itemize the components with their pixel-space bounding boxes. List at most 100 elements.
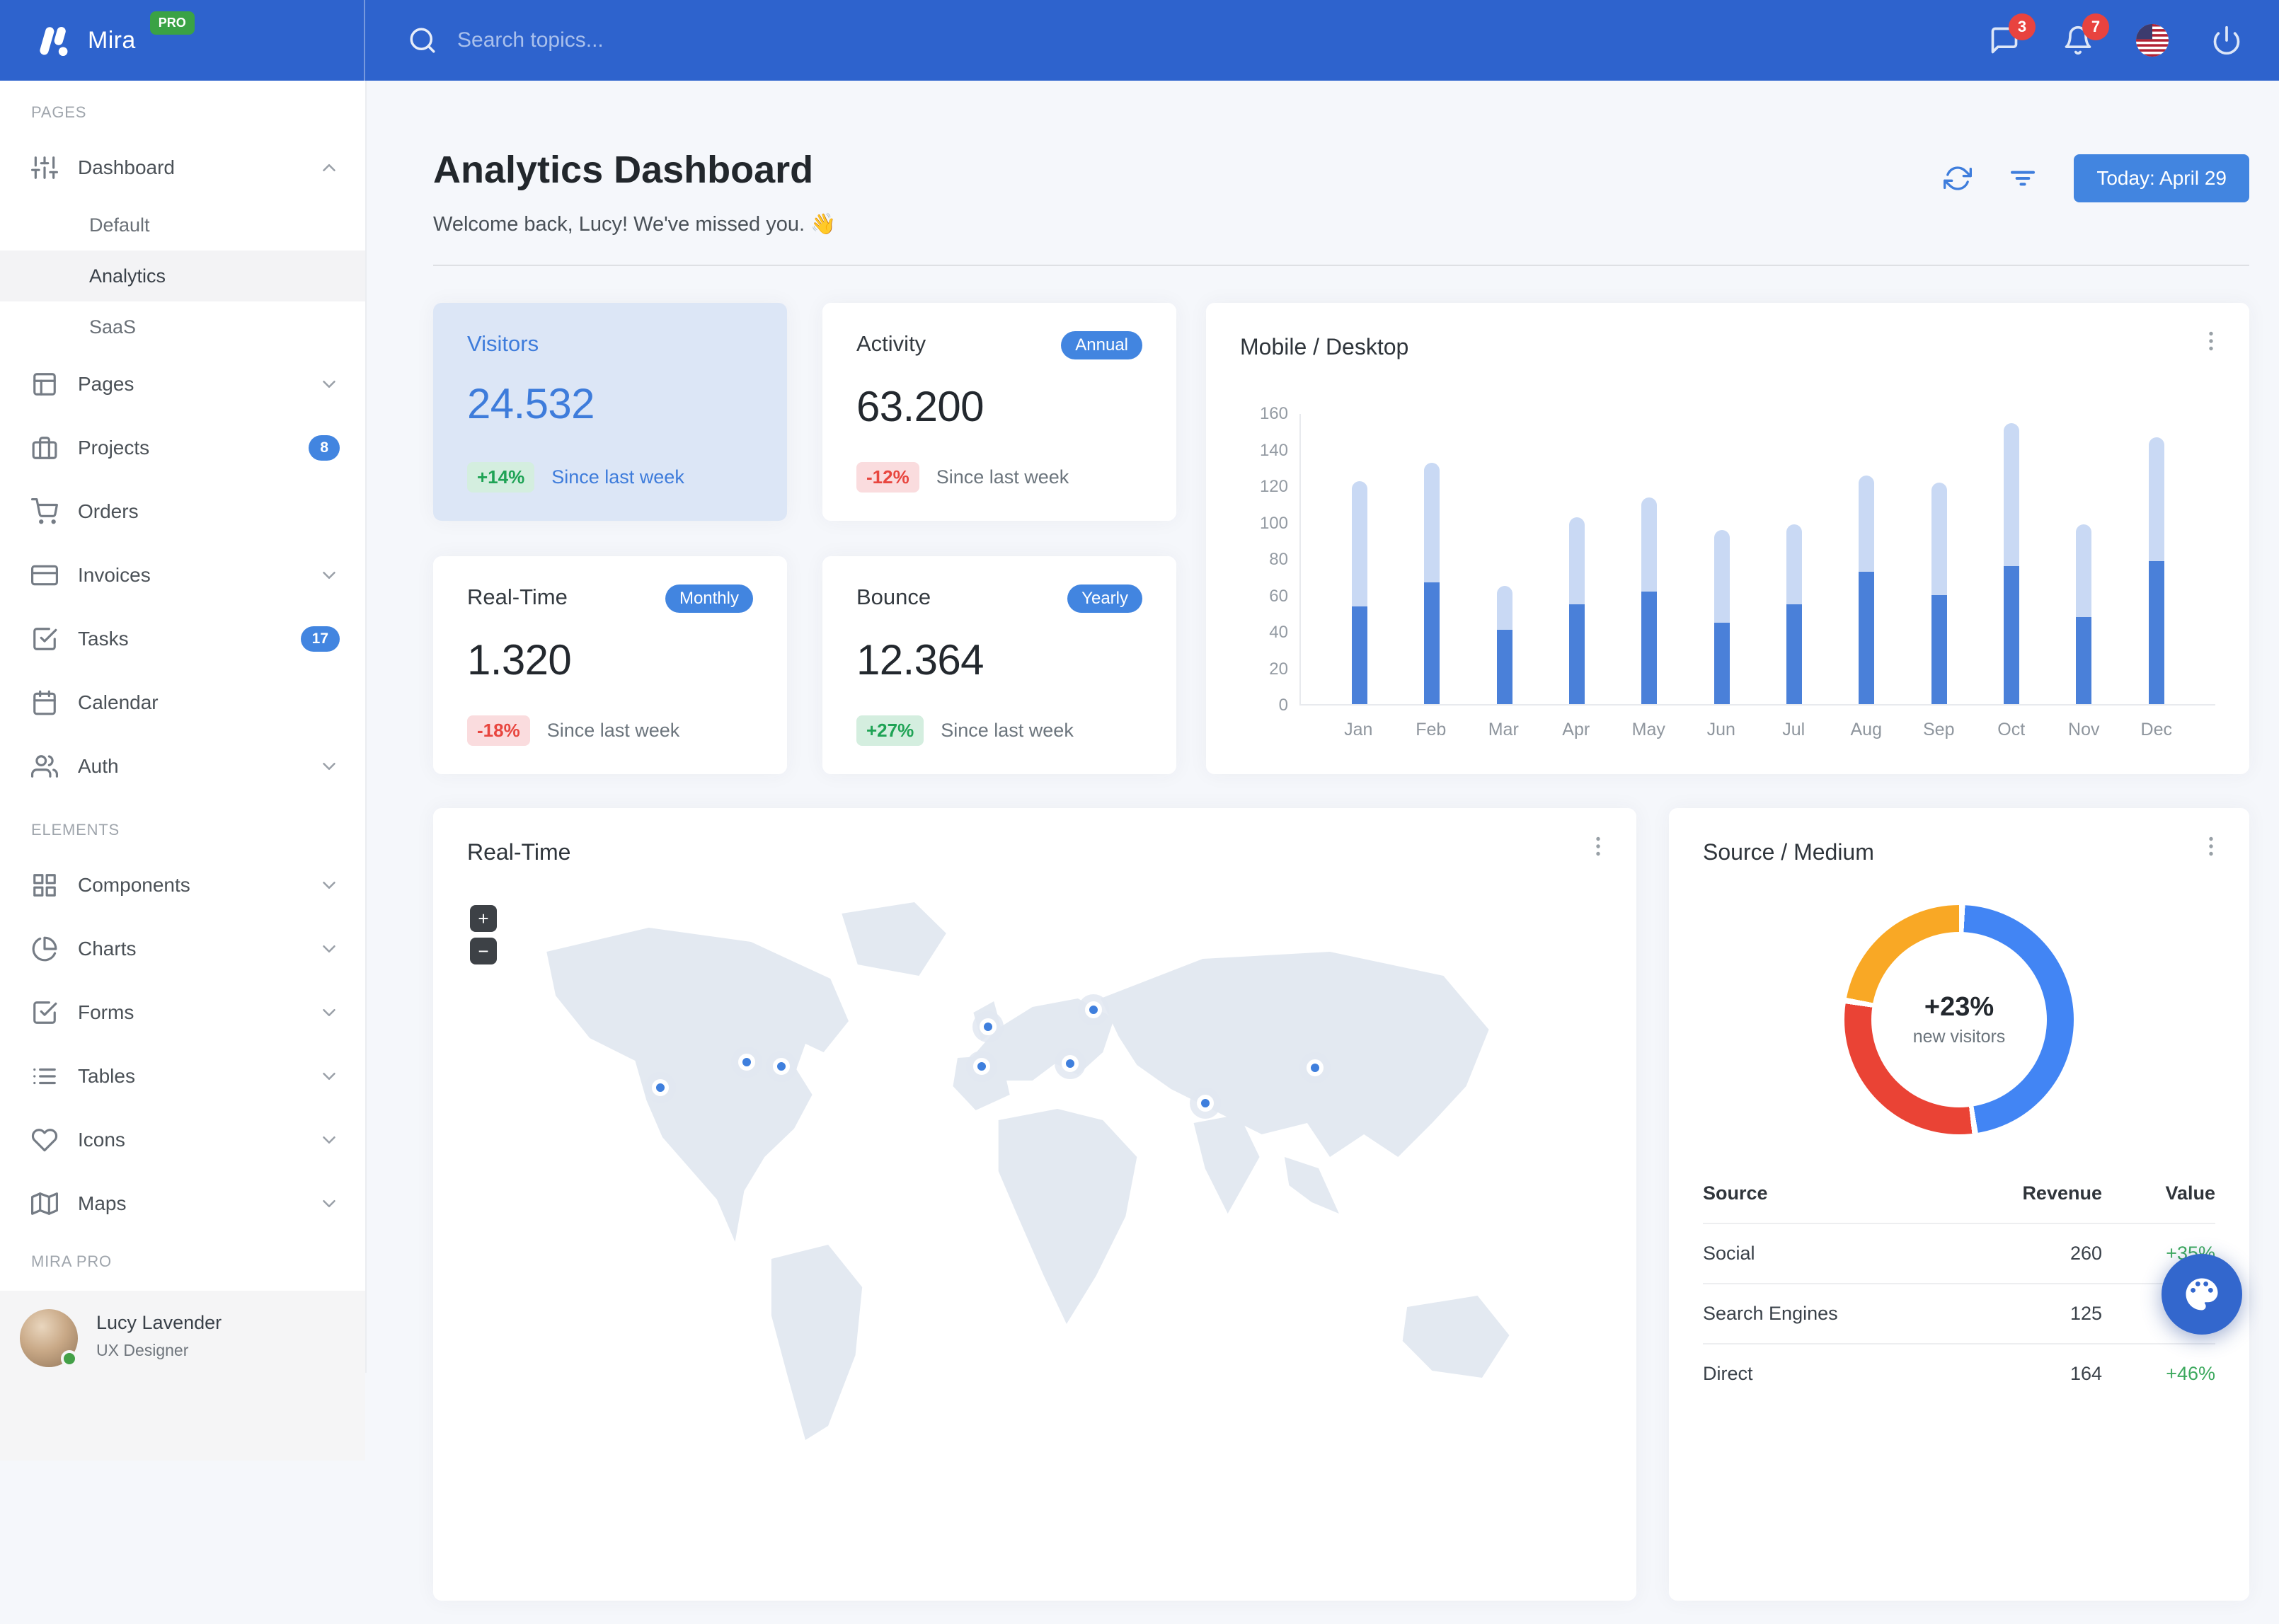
power-icon — [2211, 25, 2242, 56]
sidebar-item-label: Tables — [78, 1065, 299, 1088]
sidebar-item-dashboard[interactable]: Dashboard — [0, 136, 365, 200]
stat-title: Visitors — [467, 331, 539, 357]
chevron-down-icon — [318, 565, 340, 586]
briefcase-icon — [31, 434, 58, 461]
layout-icon — [31, 371, 58, 398]
heart-icon — [31, 1127, 58, 1153]
stat-title: Activity — [856, 331, 926, 357]
sidebar-item-tasks[interactable]: Tasks17 — [0, 607, 365, 671]
sidebar-subitem-default[interactable]: Default — [0, 200, 365, 250]
sidebar-section-label-elements: ELEMENTS — [0, 798, 365, 853]
bar-jun — [1686, 414, 1758, 704]
stat-delta: -18% — [467, 715, 530, 746]
chevron-down-icon — [318, 875, 340, 896]
sidebar-item-calendar[interactable]: Calendar — [0, 671, 365, 735]
stat-delta: +14% — [467, 462, 534, 493]
bar-nov — [2048, 414, 2120, 704]
credit-card-icon — [31, 562, 58, 589]
kebab-icon — [2198, 834, 2224, 859]
x-tick: Nov — [2048, 720, 2120, 740]
sidebar-item-tables[interactable]: Tables — [0, 1044, 365, 1108]
stat-card-bounce: Bounce Yearly 12.364 +27% Since last wee… — [822, 556, 1176, 774]
sidebar-nav: PAGESDashboardDefaultAnalyticsSaaSPagesP… — [0, 81, 365, 1285]
map-marker — [773, 1058, 790, 1075]
sidebar-item-orders[interactable]: Orders — [0, 480, 365, 543]
theme-settings-fab[interactable] — [2162, 1254, 2242, 1335]
y-tick: 60 — [1269, 587, 1288, 606]
list-icon — [31, 1063, 58, 1090]
chevron-down-icon — [318, 1193, 340, 1214]
sidebar-item-maps[interactable]: Maps — [0, 1172, 365, 1236]
sidebar-item-label: Forms — [78, 1001, 299, 1024]
user-name: Lucy Lavender — [96, 1312, 222, 1334]
bar-segment-mobile — [1424, 582, 1440, 704]
sidebar: PAGESDashboardDefaultAnalyticsSaaSPagesP… — [0, 81, 365, 1373]
brand[interactable]: Mira PRO — [0, 0, 365, 81]
refresh-button[interactable] — [1944, 164, 1972, 192]
brand-name: Mira — [88, 27, 136, 54]
sidebar-item-icons[interactable]: Icons — [0, 1108, 365, 1172]
chevron-down-icon — [318, 1129, 340, 1151]
messages-badge: 3 — [2009, 13, 2036, 40]
x-tick: Sep — [1902, 720, 1975, 740]
sidebar-subitem-saas[interactable]: SaaS — [0, 301, 365, 352]
language-button[interactable] — [2136, 24, 2169, 57]
search-icon[interactable] — [408, 25, 437, 55]
pie-chart-icon — [31, 935, 58, 962]
map-marker — [1197, 1095, 1214, 1112]
bar-jul — [1758, 414, 1830, 704]
bar-segment-desktop — [1497, 586, 1512, 630]
check-square-icon — [31, 999, 58, 1026]
sidebar-item-components[interactable]: Components — [0, 853, 365, 917]
stacked-bar-chart: 020406080100120140160 — [1240, 414, 2215, 706]
map-zoom-out-button[interactable]: − — [470, 938, 497, 964]
bar-segment-desktop — [1714, 530, 1730, 623]
chart-menu-button[interactable] — [2198, 328, 2224, 354]
sidebar-item-pages[interactable]: Pages — [0, 352, 365, 416]
source-menu-button[interactable] — [2198, 834, 2224, 859]
sidebar-item-label: Projects — [78, 437, 289, 459]
column-header: Value — [2102, 1182, 2215, 1204]
messages-button[interactable]: 3 — [1989, 25, 2020, 56]
kebab-icon — [1585, 834, 1611, 859]
chevron-up-icon — [318, 157, 340, 178]
y-tick: 20 — [1269, 660, 1288, 679]
filter-button[interactable] — [2009, 164, 2037, 192]
stat-note: Since last week — [551, 466, 684, 488]
sliders-icon — [31, 154, 58, 181]
bar-jan — [1324, 414, 1396, 704]
bar-segment-desktop — [1352, 481, 1367, 606]
stat-card-realtime: Real-Time Monthly 1.320 -18% Since last … — [433, 556, 787, 774]
sidebar-item-charts[interactable]: Charts — [0, 917, 365, 981]
header-divider — [433, 265, 2249, 266]
map-menu-button[interactable] — [1585, 834, 1611, 859]
stat-delta: -12% — [856, 462, 919, 493]
bar-may — [1613, 414, 1685, 704]
sidebar-item-projects[interactable]: Projects8 — [0, 416, 365, 480]
chart-title: Mobile / Desktop — [1240, 334, 2215, 360]
x-tick: Aug — [1830, 720, 1903, 740]
x-tick: Oct — [1975, 720, 2048, 740]
chevron-down-icon — [318, 1002, 340, 1023]
user-role: UX Designer — [96, 1341, 222, 1360]
y-tick: 160 — [1260, 404, 1288, 424]
bar-segment-mobile — [1569, 604, 1585, 704]
donut-chart: +23% new visitors — [1844, 905, 2074, 1134]
notifications-button[interactable]: 7 — [2062, 25, 2094, 56]
stat-value: 1.320 — [467, 635, 753, 684]
map-zoom-in-button[interactable]: + — [470, 905, 497, 932]
sidebar-item-auth[interactable]: Auth — [0, 735, 365, 798]
source-table: Source Revenue Value Social260+35%Search… — [1703, 1182, 2215, 1403]
sidebar-item-forms[interactable]: Forms — [0, 981, 365, 1044]
cell-revenue: 164 — [1968, 1363, 2102, 1385]
search-input[interactable] — [457, 28, 938, 52]
map-marker — [1085, 1001, 1102, 1018]
sidebar-subitem-analytics[interactable]: Analytics — [0, 250, 365, 301]
sign-out-button[interactable] — [2211, 25, 2242, 56]
x-tick: Jun — [1685, 720, 1758, 740]
bar-segment-mobile — [1352, 606, 1367, 704]
x-tick: Jan — [1322, 720, 1395, 740]
sidebar-item-invoices[interactable]: Invoices — [0, 543, 365, 607]
donut-center-label: new visitors — [1913, 1027, 2006, 1047]
date-button[interactable]: Today: April 29 — [2074, 154, 2249, 202]
